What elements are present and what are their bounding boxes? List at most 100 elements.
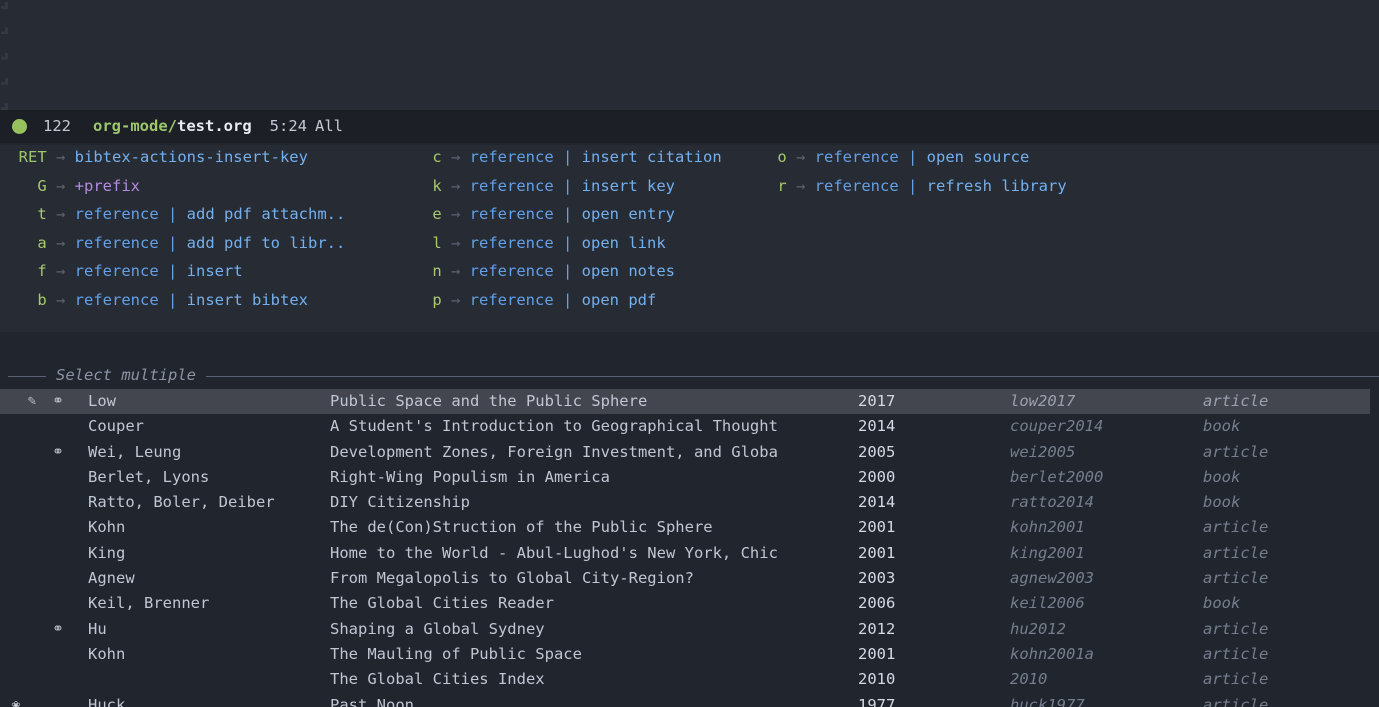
chain-link-icon: ⚭ — [52, 443, 64, 460]
candidate-row[interactable]: Agnew From Megalopolis to Global City-Reg… — [0, 566, 1370, 591]
which-key-command-label: insert key — [581, 176, 675, 195]
candidate-row[interactable]: Keil, Brenner The Global Cities Reader 200… — [0, 591, 1370, 616]
fringe-continuation-marker — [1, 27, 8, 35]
which-key-command-label: insert — [186, 262, 243, 280]
which-key-entry[interactable]: e → reference | open entry — [395, 202, 740, 227]
paperclip-icon: ✎ — [27, 393, 37, 409]
candidate-list[interactable]: ✎ ⚭ Low Public Space and the Public Sphere 2… — [0, 389, 1379, 707]
candidate-row[interactable]: The Global Cities Index 2010 2010 article — [0, 667, 1370, 692]
candidate-title: The Global Cities Index — [330, 670, 545, 689]
which-key-binding-key: c — [432, 148, 442, 166]
which-key-command-label: add pdf attachm.. — [186, 205, 346, 223]
which-key-entry[interactable]: n → reference | open notes — [395, 259, 740, 284]
which-key-binding-key: r — [777, 176, 787, 195]
which-key-entry[interactable]: k → reference | insert key — [395, 174, 740, 199]
text-buffer-area[interactable] — [0, 0, 1379, 111]
modeline-line-count: 122 — [43, 116, 71, 135]
candidate-title: A Student's Introduction to Geographical… — [330, 417, 778, 436]
candidate-title: The Global Cities Reader — [330, 594, 554, 613]
minibuffer-prompt-line[interactable]: 1/239 References: [ Embark [C-h paging/h… — [0, 336, 1379, 385]
candidate-title: DIY Citizenship — [330, 493, 470, 512]
which-key-binding-key: t — [37, 205, 47, 223]
which-key-command-label: add pdf to libr.. — [186, 233, 346, 252]
candidate-title: The Mauling of Public Space — [330, 644, 582, 663]
which-key-entry[interactable]: p → reference | open pdf — [395, 288, 740, 313]
candidate-citekey: 2010 — [1010, 670, 1048, 689]
candidate-entry-type: article — [1203, 569, 1269, 588]
candidate-entry-type: article — [1203, 619, 1269, 638]
which-key-command-label: open entry — [581, 205, 675, 223]
candidate-title: Shaping a Global Sydney — [330, 619, 545, 638]
arrow-right-icon: → — [786, 176, 815, 195]
candidate-row[interactable]: King Home to the World - Abul-Lughod's Ne… — [0, 541, 1370, 566]
candidate-row[interactable]: ✎ ⚭ Low Public Space and the Public Sphere 2… — [0, 389, 1370, 415]
which-key-command-group: reference — [814, 148, 899, 166]
arrow-right-icon: → — [786, 148, 815, 166]
candidate-author: Kohn — [88, 644, 126, 663]
candidate-title: From Megalopolis to Global City-Region? — [330, 569, 694, 588]
which-key-command-label: open source — [926, 148, 1030, 166]
which-key-entry[interactable]: c → reference | insert citation — [395, 145, 740, 170]
candidate-citekey: low2017 — [1010, 392, 1076, 410]
separator-rule-right — [205, 375, 1379, 377]
chain-link-icon: ⚭ — [52, 620, 64, 637]
candidate-author: Hu — [88, 619, 107, 638]
which-key-command-group: reference — [74, 205, 159, 223]
which-key-entry[interactable]: RET → bibtex-actions-insert-key — [0, 145, 395, 170]
candidate-row[interactable]: Berlet, Lyons Right-Wing Populism in Amer… — [0, 465, 1370, 490]
fringe-continuation-marker — [1, 2, 8, 9]
which-key-separator: | — [553, 205, 582, 223]
arrow-right-icon: → — [441, 290, 470, 309]
which-key-command-group: reference — [74, 262, 159, 280]
candidate-row[interactable]: Kohn The Mauling of Public Space 2001 kohn2… — [0, 642, 1370, 667]
candidate-row[interactable]: ⚭ Hu Shaping a Global Sydney 2012 hu2012 arti… — [0, 617, 1370, 642]
candidate-row[interactable]: Kohn The de(Con)Struction of the Public S… — [0, 515, 1370, 540]
candidate-row[interactable]: Ratto, Boler, Deiber DIY Citizenship 2014 r… — [0, 490, 1370, 515]
candidate-author: Low — [88, 392, 116, 410]
which-key-entry[interactable]: a → reference | add pdf to libr.. — [0, 231, 395, 256]
which-key-entry[interactable]: G → +prefix — [0, 174, 395, 199]
which-key-binding-key: e — [432, 205, 442, 223]
candidate-row[interactable]: ⚭ Wei, Leung Development Zones, Foreign In… — [0, 440, 1370, 465]
candidate-entry-type: article — [1203, 644, 1269, 663]
candidate-citekey: ratto2014 — [1010, 493, 1094, 512]
which-key-separator: | — [158, 233, 187, 252]
candidate-author: Keil, Brenner — [88, 594, 210, 613]
which-key-entry[interactable]: o → reference | open source — [740, 145, 1240, 170]
which-key-command-label: insert bibtex — [186, 290, 308, 309]
which-key-entry[interactable]: t → reference | add pdf attachm.. — [0, 202, 395, 227]
which-key-command-group: reference — [469, 176, 554, 195]
candidate-row[interactable]: ❀ Huck Past Noon 1977 huck1977 article — [0, 693, 1370, 707]
candidate-citekey: huck1977 — [1010, 695, 1085, 707]
snowflake-note-icon: ❀ — [11, 696, 21, 707]
which-key-entry[interactable]: b → reference | insert bibtex — [0, 288, 395, 313]
candidate-author: King — [88, 543, 126, 562]
which-key-entry[interactable]: r → reference | refresh library — [740, 174, 1240, 199]
which-key-entry[interactable]: f → reference | insert — [0, 259, 395, 284]
which-key-command-label: +prefix — [74, 176, 140, 195]
mode-line: 122 org-mode/test.org 5:24 All — [0, 110, 1379, 143]
arrow-right-icon: → — [441, 262, 470, 280]
arrow-right-icon: → — [441, 176, 470, 195]
which-key-binding-key: n — [432, 262, 442, 280]
candidate-title: Public Space and the Public Sphere — [330, 392, 648, 410]
candidate-citekey: agnew2003 — [1010, 569, 1094, 588]
which-key-entry[interactable]: l → reference | open link — [395, 231, 740, 256]
which-key-command-group: reference — [814, 176, 899, 195]
which-key-separator: | — [158, 262, 187, 280]
candidate-citekey: berlet2000 — [1010, 467, 1104, 486]
which-key-command-group: reference — [74, 290, 159, 309]
arrow-right-icon: → — [441, 233, 470, 252]
which-key-binding-key: o — [777, 148, 787, 166]
candidate-author: Ratto, Boler, Deiber — [88, 493, 275, 512]
candidate-row[interactable]: Couper A Student's Introduction to Geogra… — [0, 414, 1370, 439]
candidate-author: Agnew — [88, 569, 135, 588]
which-key-separator: | — [553, 290, 582, 309]
candidate-title: Past Noon — [330, 695, 414, 707]
candidate-entry-type: article — [1203, 695, 1269, 707]
fringe-continuation-marker — [1, 77, 8, 85]
candidate-title: Home to the World - Abul-Lughod's New Yo… — [330, 543, 778, 562]
separator-rule-left — [8, 375, 46, 377]
arrow-right-icon: → — [46, 262, 75, 280]
which-key-command-group: reference — [469, 233, 554, 252]
